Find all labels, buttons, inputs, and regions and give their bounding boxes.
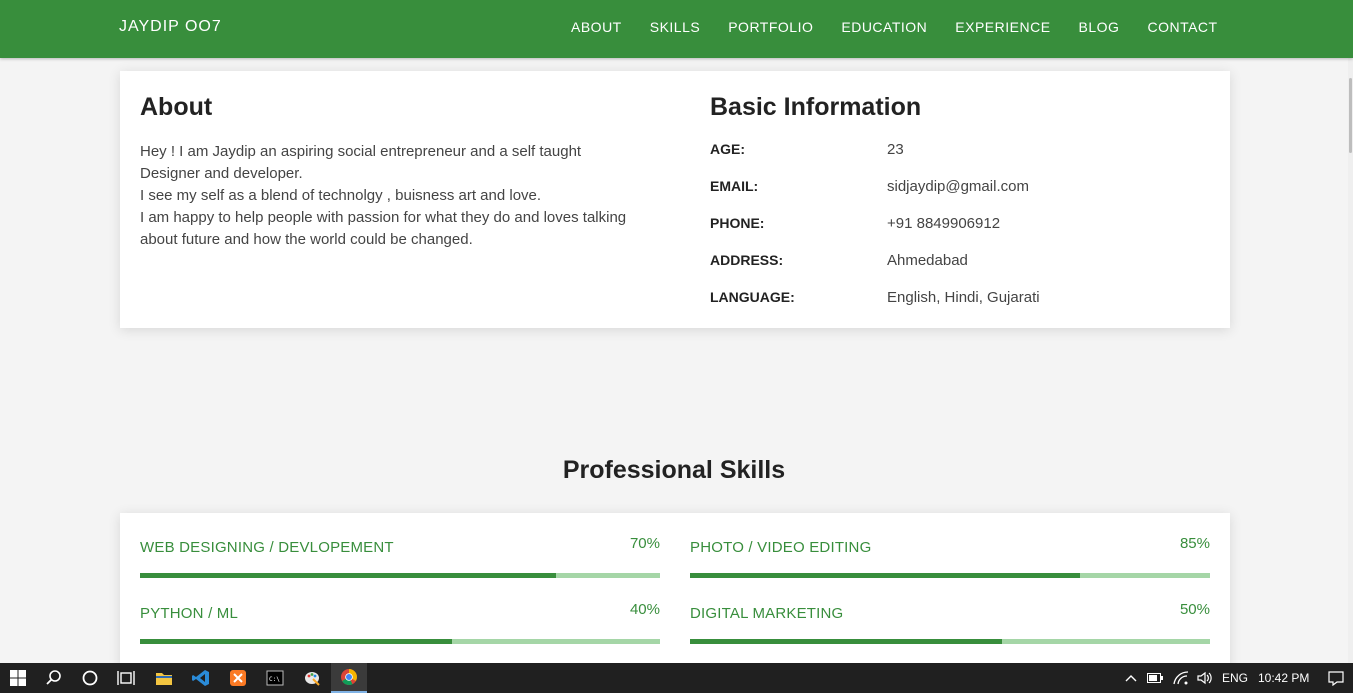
info-row-phone: PHONE: +91 8849906912 [710,215,1210,252]
skill-percent: 70% [629,535,660,552]
skill-progress-fill [690,639,1002,644]
windows-start-icon[interactable] [0,663,36,693]
skill-progress-bar [140,639,660,644]
nav-item-experience[interactable]: EXPERIENCE [955,19,1050,35]
windows-taskbar: C:\ ENG 10:42 PM [0,663,1353,693]
cortana-icon[interactable] [72,663,108,693]
language-indicator[interactable]: ENG [1222,671,1248,685]
about-card: About Hey ! I am Jaydip an aspiring soci… [120,71,1230,328]
notification-icon[interactable] [1320,663,1352,693]
nav-menu: ABOUT SKILLS PORTFOLIO EDUCATION EXPERIE… [571,19,1218,35]
skill-item-photo-video: PHOTO / VIDEO EDITING 85% [690,513,1210,578]
nav-item-about[interactable]: ABOUT [571,19,622,35]
about-paragraph: I see my self as a blend of technolgy , … [140,187,542,204]
svg-text:C:\: C:\ [269,676,280,683]
nav-item-portfolio[interactable]: PORTFOLIO [728,19,813,35]
skill-percent: 50% [1179,601,1210,618]
skill-name: PHOTO / VIDEO EDITING [690,539,872,556]
skill-name: WEB DESIGNING / DEVLOPEMENT [140,539,394,556]
chrome-icon[interactable] [331,663,367,693]
search-icon[interactable] [36,663,72,693]
page-scrollbar[interactable] [1348,58,1353,663]
skill-progress-bar [690,639,1210,644]
info-value: sidjaydip@gmail.com [887,178,1029,195]
skills-card: WEB DESIGNING / DEVLOPEMENT 70% PHOTO / … [120,513,1230,673]
battery-icon[interactable] [1142,663,1168,693]
volume-icon[interactable] [1192,663,1218,693]
info-label: PHONE: [710,215,765,231]
info-label: EMAIL: [710,178,759,194]
wifi-icon[interactable] [1168,663,1194,693]
info-value: English, Hindi, Gujarati [887,289,1040,306]
info-label: AGE: [710,141,745,157]
info-value: 23 [887,141,904,158]
vscode-icon[interactable] [183,663,219,693]
skills-title: Professional Skills [562,456,786,484]
skill-item-digital-marketing: DIGITAL MARKETING 50% [690,579,1210,644]
terminal-icon[interactable]: C:\ [257,663,293,693]
nav-item-contact[interactable]: CONTACT [1147,19,1217,35]
basic-info-title: Basic Information [710,93,922,121]
skill-progress-fill [690,573,1080,578]
clock[interactable]: 10:42 PM [1258,671,1309,685]
skill-name: PYTHON / ML [140,605,239,622]
info-row-age: AGE: 23 [710,141,1210,178]
page-content: About Hey ! I am Jaydip an aspiring soci… [0,58,1348,673]
skill-name: DIGITAL MARKETING [690,605,844,622]
xampp-icon[interactable] [220,663,256,693]
task-view-icon[interactable] [108,663,144,693]
skill-progress-fill [140,573,556,578]
skill-progress-bar [690,573,1210,578]
file-explorer-icon[interactable] [146,663,182,693]
skill-progress-bar [140,573,660,578]
info-row-language: LANGUAGE: English, Hindi, Gujarati [710,289,1210,326]
skill-item-web-design: WEB DESIGNING / DEVLOPEMENT 70% [140,513,660,578]
nav-item-education[interactable]: EDUCATION [841,19,927,35]
paint-icon[interactable] [294,663,330,693]
info-value: +91 8849906912 [887,215,1001,232]
basic-info-list: AGE: 23 EMAIL: sidjaydip@gmail.com PHONE… [710,141,1210,326]
nav-item-skills[interactable]: SKILLS [650,19,700,35]
skill-percent: 40% [629,601,660,618]
skill-item-python-ml: PYTHON / ML 40% [140,579,660,644]
about-paragraph: I am happy to help people with passion f… [140,209,627,248]
about-paragraph: Hey ! I am Jaydip an aspiring social ent… [140,143,582,182]
about-text: Hey ! I am Jaydip an aspiring social ent… [140,141,630,251]
skill-percent: 85% [1179,535,1210,552]
scrollbar-thumb[interactable] [1349,78,1352,153]
info-label: ADDRESS: [710,252,784,268]
top-navbar: JAYDIP OO7 ABOUT SKILLS PORTFOLIO EDUCAT… [0,0,1353,58]
info-row-address: ADDRESS: Ahmedabad [710,252,1210,289]
skill-progress-fill [140,639,452,644]
info-value: Ahmedabad [887,252,968,269]
info-row-email: EMAIL: sidjaydip@gmail.com [710,178,1210,215]
info-label: LANGUAGE: [710,289,795,305]
nav-item-blog[interactable]: BLOG [1079,19,1120,35]
about-title: About [140,93,213,121]
brand-logo[interactable]: JAYDIP OO7 [119,18,222,36]
